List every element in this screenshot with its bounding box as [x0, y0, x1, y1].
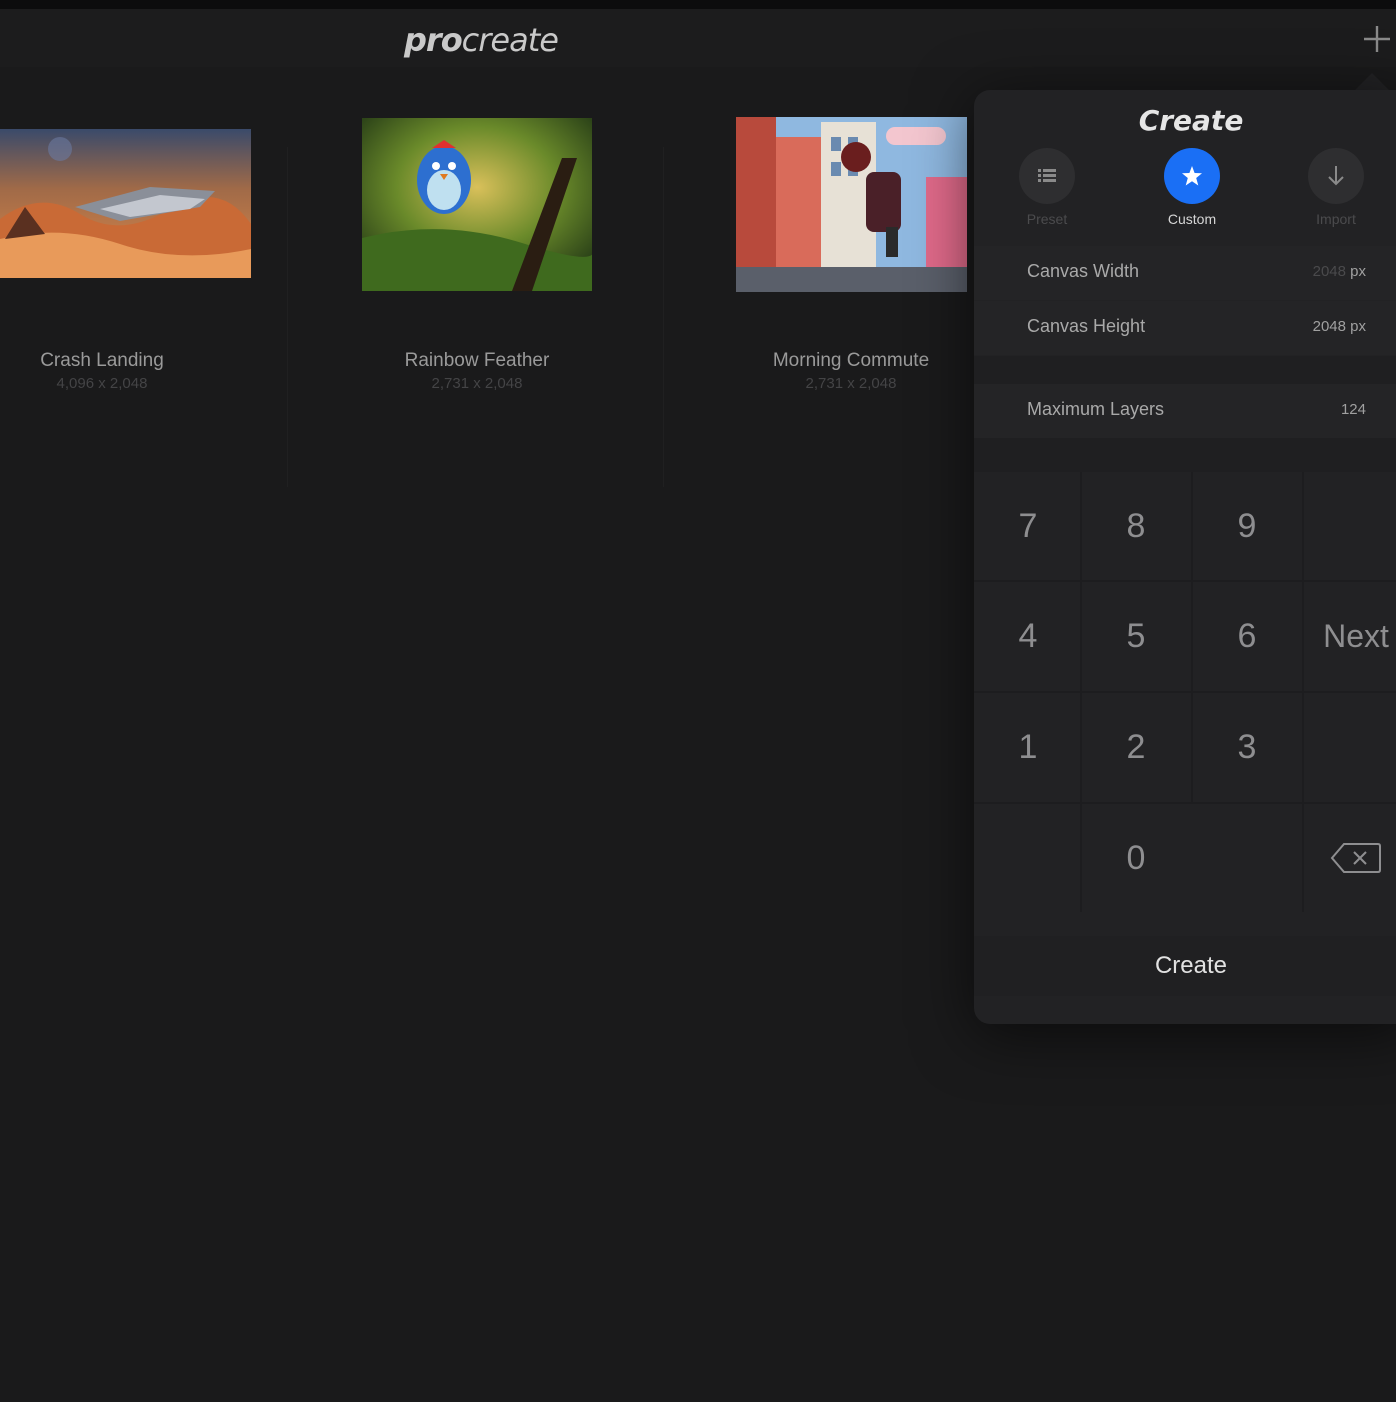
backspace-key[interactable] [1304, 804, 1396, 912]
download-arrow-icon [1328, 166, 1344, 186]
artwork-gallery: Crash Landing 4,096 x 2,048 Rainbow Feat… [0, 67, 975, 487]
artwork-size: 2,731 x 2,048 [431, 375, 523, 392]
star-icon [1182, 166, 1202, 186]
canvas-width-row[interactable]: Canvas Width 2048 px [974, 246, 1396, 300]
canvas-width-value[interactable]: 2048 px [1313, 263, 1366, 280]
artwork-thumbnail[interactable] [362, 118, 592, 291]
key-8[interactable]: 8 [1082, 472, 1190, 580]
canvas-width-label: Canvas Width [1027, 261, 1140, 281]
max-layers-value: 124 [1340, 401, 1366, 418]
list-icon [1038, 169, 1056, 182]
width-unit: px [1350, 263, 1366, 280]
new-canvas-button[interactable] [1360, 22, 1394, 56]
logo-light: create [461, 21, 559, 59]
key-6[interactable]: 6 [1193, 582, 1301, 690]
key-9[interactable]: 9 [1193, 472, 1301, 580]
key-0[interactable]: 0 [1082, 804, 1190, 912]
width-number: 2048 [1312, 263, 1346, 280]
import-circle [1308, 148, 1364, 204]
key-2[interactable]: 2 [1082, 693, 1190, 801]
key-1[interactable]: 1 [974, 693, 1082, 801]
preset-label: Preset [1026, 211, 1068, 227]
mode-import-button[interactable]: Import [1291, 148, 1381, 227]
preset-circle [1019, 148, 1075, 204]
key-4[interactable]: 4 [974, 582, 1082, 690]
rainbow-feather-image [362, 118, 592, 291]
artwork-size: 4,096 x 2,048 [56, 375, 148, 392]
logo-bold: pro [404, 21, 463, 59]
artwork-size: 2,731 x 2,048 [805, 375, 897, 392]
artwork-title: Morning Commute [772, 350, 930, 371]
artwork-title: Crash Landing [40, 350, 164, 371]
procreate-logo: procreate [404, 21, 559, 59]
artwork-crash-landing[interactable]: Crash Landing 4,096 x 2,048 [0, 67, 287, 412]
height-number: 2048 [1312, 318, 1346, 335]
create-button[interactable]: Create [974, 936, 1396, 996]
mode-custom-button[interactable]: Custom [1147, 148, 1237, 227]
artwork-thumbnail[interactable] [736, 117, 967, 292]
next-key[interactable]: Next [1304, 582, 1396, 690]
artwork-thumbnail[interactable] [0, 129, 251, 278]
status-strip [0, 0, 1396, 9]
mode-preset-button[interactable]: Preset [1002, 148, 1092, 227]
artwork-morning-commute[interactable]: Morning Commute 2,731 x 2,048 [664, 67, 975, 412]
custom-label: Custom [1167, 211, 1217, 227]
artwork-rainbow-feather[interactable]: Rainbow Feather 2,731 x 2,048 [288, 67, 663, 412]
key-7[interactable]: 7 [974, 472, 1082, 580]
import-label: Import [1316, 211, 1356, 227]
plus-icon [1364, 26, 1390, 52]
canvas-height-row[interactable]: Canvas Height 2048 px [974, 301, 1396, 355]
create-canvas-panel: Create Preset Custom Import Canvas Width… [974, 90, 1396, 1024]
panel-title: Create [1138, 104, 1244, 137]
gallery-topbar: procreate [0, 9, 1396, 67]
key-3[interactable]: 3 [1193, 693, 1301, 801]
max-layers-label: Maximum Layers [1027, 399, 1165, 419]
backspace-icon [1330, 843, 1381, 873]
max-layers-row: Maximum Layers 124 [974, 384, 1396, 438]
number-keypad: 7 8 9 4 5 6 Next 1 2 3 0 [974, 472, 1396, 912]
custom-circle [1164, 148, 1220, 204]
section-gap [974, 356, 1396, 384]
crash-landing-image [0, 129, 251, 278]
height-unit: px [1350, 318, 1366, 335]
canvas-height-value[interactable]: 2048 px [1313, 318, 1366, 335]
section-gap [974, 438, 1396, 472]
canvas-height-label: Canvas Height [1027, 316, 1146, 336]
artwork-title: Rainbow Feather [404, 350, 550, 371]
morning-commute-image [736, 117, 967, 292]
key-5[interactable]: 5 [1082, 582, 1190, 690]
